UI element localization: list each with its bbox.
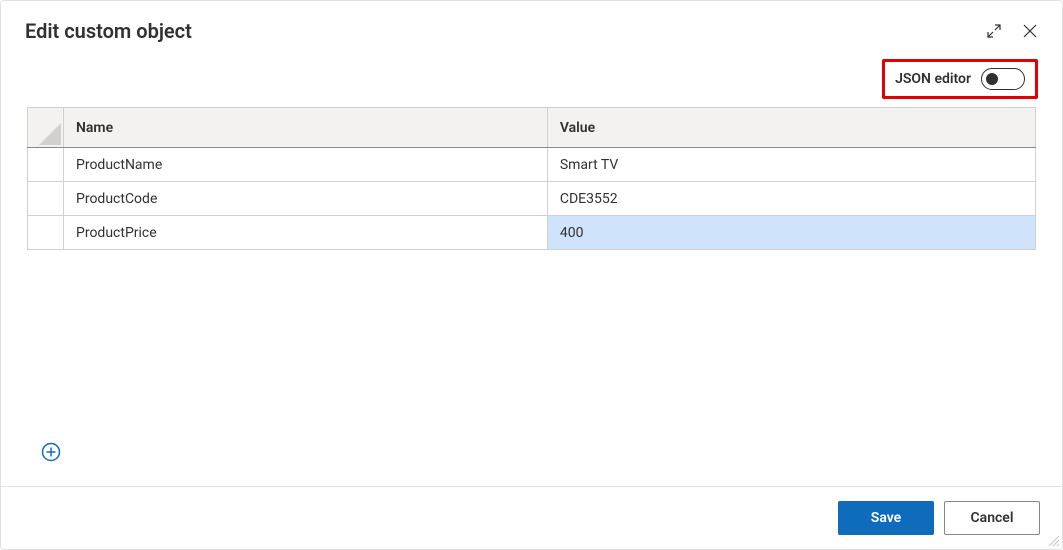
- dialog-footer: Save Cancel: [1, 486, 1062, 549]
- dialog-title: Edit custom object: [25, 19, 986, 43]
- toggle-knob: [986, 73, 998, 85]
- table-row[interactable]: ProductPrice400: [28, 216, 1036, 250]
- value-cell[interactable]: Smart TV: [547, 148, 1035, 182]
- json-editor-toggle[interactable]: [981, 68, 1025, 90]
- json-editor-label: JSON editor: [895, 71, 971, 87]
- column-header-name[interactable]: Name: [64, 108, 548, 148]
- dialog-header: Edit custom object: [1, 1, 1062, 49]
- value-cell[interactable]: CDE3552: [547, 182, 1035, 216]
- table-row[interactable]: ProductNameSmart TV: [28, 148, 1036, 182]
- name-cell[interactable]: ProductCode: [64, 182, 548, 216]
- table-area: Name Value ProductNameSmart TVProductCod…: [27, 107, 1036, 486]
- expand-icon[interactable]: [986, 23, 1002, 39]
- name-cell[interactable]: ProductName: [64, 148, 548, 182]
- table-row[interactable]: ProductCodeCDE3552: [28, 182, 1036, 216]
- header-icons: [986, 23, 1038, 39]
- name-cell[interactable]: ProductPrice: [64, 216, 548, 250]
- table-empty-area: [27, 250, 1036, 486]
- close-icon[interactable]: [1022, 23, 1038, 39]
- row-handle[interactable]: [28, 148, 64, 182]
- select-all-handle[interactable]: [28, 108, 64, 148]
- value-cell[interactable]: 400: [547, 216, 1035, 250]
- properties-table: Name Value ProductNameSmart TVProductCod…: [27, 107, 1036, 250]
- add-row-button[interactable]: [41, 442, 61, 462]
- json-editor-toggle-group: JSON editor: [882, 59, 1038, 99]
- save-button[interactable]: Save: [838, 501, 934, 535]
- cancel-button[interactable]: Cancel: [944, 501, 1040, 535]
- resize-grip-icon[interactable]: [1046, 533, 1060, 547]
- toolbar: JSON editor: [1, 49, 1062, 107]
- edit-custom-object-dialog: Edit custom object JSON editor: [0, 0, 1063, 550]
- column-header-value[interactable]: Value: [547, 108, 1035, 148]
- row-handle[interactable]: [28, 216, 64, 250]
- corner-triangle-icon: [39, 123, 61, 145]
- row-handle[interactable]: [28, 182, 64, 216]
- table-header-row: Name Value: [28, 108, 1036, 148]
